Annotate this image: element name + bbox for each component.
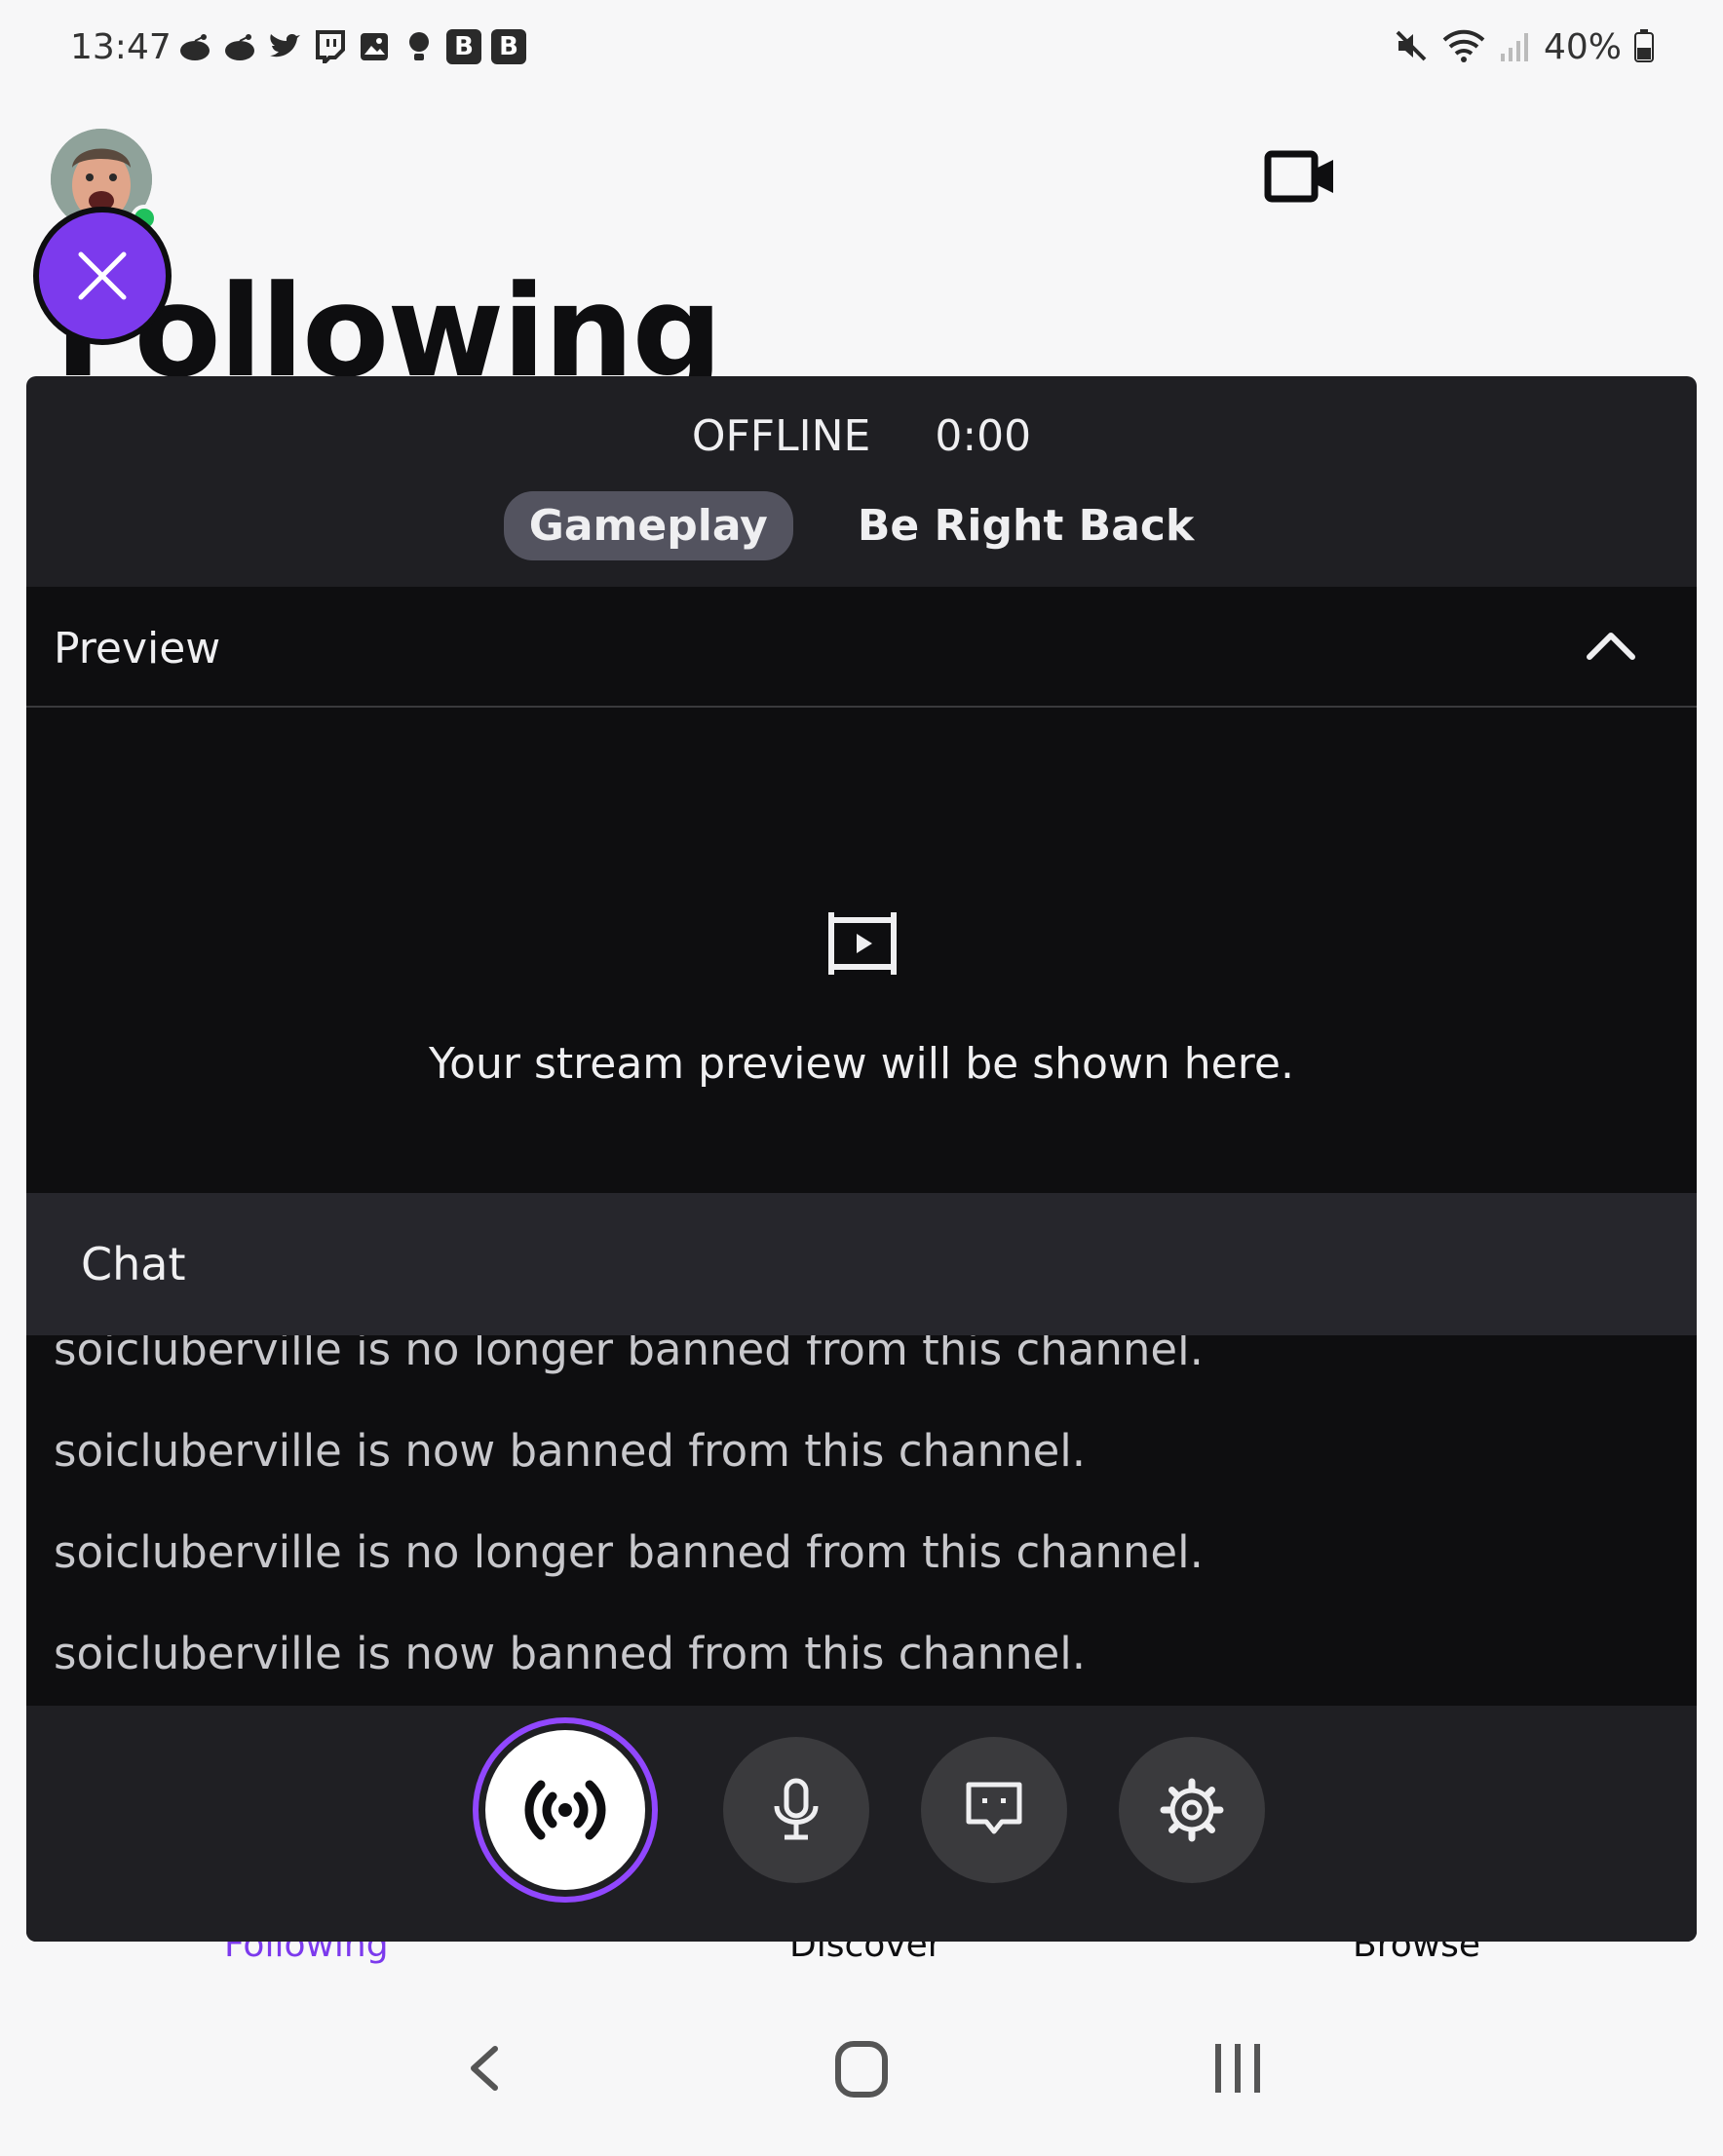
chat-label: Chat [81,1238,186,1290]
status-time: 13:47 [70,27,172,67]
chat-message: soicluberville is now banned from this c… [54,1628,1087,1679]
scene-tab-gameplay[interactable]: Gameplay [503,491,793,560]
close-stream-manager-button[interactable] [33,207,172,345]
scene-tabs: Gameplay Be Right Back [26,491,1697,560]
battery-icon [1633,28,1655,67]
close-icon [78,251,127,300]
back-icon[interactable] [471,2046,498,2091]
gear-icon [1160,1778,1224,1842]
chat-message: soicluberville is now banned from this c… [54,1425,1087,1477]
b-app-icon: B [446,29,481,64]
reddit-icon [177,29,212,64]
scene-tab-be-right-back[interactable]: Be Right Back [832,491,1219,560]
stream-controls [26,1706,1697,1942]
wifi-icon [1440,28,1487,67]
stream-status-line: OFFLINE 0:00 [26,411,1697,461]
chat-messages: soicluberville is no longer banned from … [26,1335,1697,1706]
twitter-icon [267,29,302,64]
stream-timer: 0:00 [935,411,1032,461]
video-camera-icon [1264,150,1333,203]
twitch-icon [312,29,347,64]
reddit-icon [222,29,257,64]
preview-label: Preview [54,624,221,674]
status-bar: 13:47 B B 40% [0,0,1723,102]
signal-icon [1499,28,1532,67]
microphone-icon [774,1778,819,1840]
chevron-up-icon [1587,633,1635,660]
chat-toggle-button[interactable] [921,1737,1067,1883]
chat-message: soicluberville is no longer banned from … [54,1335,1204,1375]
mute-icon [1394,28,1429,67]
stream-manager-panel: OFFLINE 0:00 Gameplay Be Right Back Prev… [26,376,1697,1942]
home-icon[interactable] [835,2041,888,2098]
stream-status: OFFLINE [691,411,871,461]
chat-header: Chat [26,1193,1697,1335]
broadcast-icon [524,1780,606,1840]
microphone-button[interactable] [723,1737,869,1883]
recents-icon[interactable] [1215,2044,1260,2093]
system-navigation-bar [0,2008,1723,2152]
battery-text: 40% [1543,27,1622,67]
chat-message: soicluberville is no longer banned from … [54,1526,1204,1578]
stream-preview: Your stream preview will be shown here. [26,708,1697,1193]
preview-header[interactable]: Preview [26,587,1697,708]
notification-icons: B B [177,29,526,64]
bulb-icon [402,29,437,64]
broadcast-camera-button[interactable] [1263,146,1339,207]
chat-bubble-icon [966,1782,1022,1834]
gallery-icon [357,29,392,64]
settings-button[interactable] [1119,1737,1265,1883]
preview-message: Your stream preview will be shown here. [429,1039,1294,1089]
status-right: 40% [1394,27,1655,67]
collapse-preview-button[interactable] [1584,620,1638,674]
video-preview-icon [827,908,898,979]
go-live-button[interactable] [473,1717,658,1903]
b-app-icon: B [491,29,526,64]
